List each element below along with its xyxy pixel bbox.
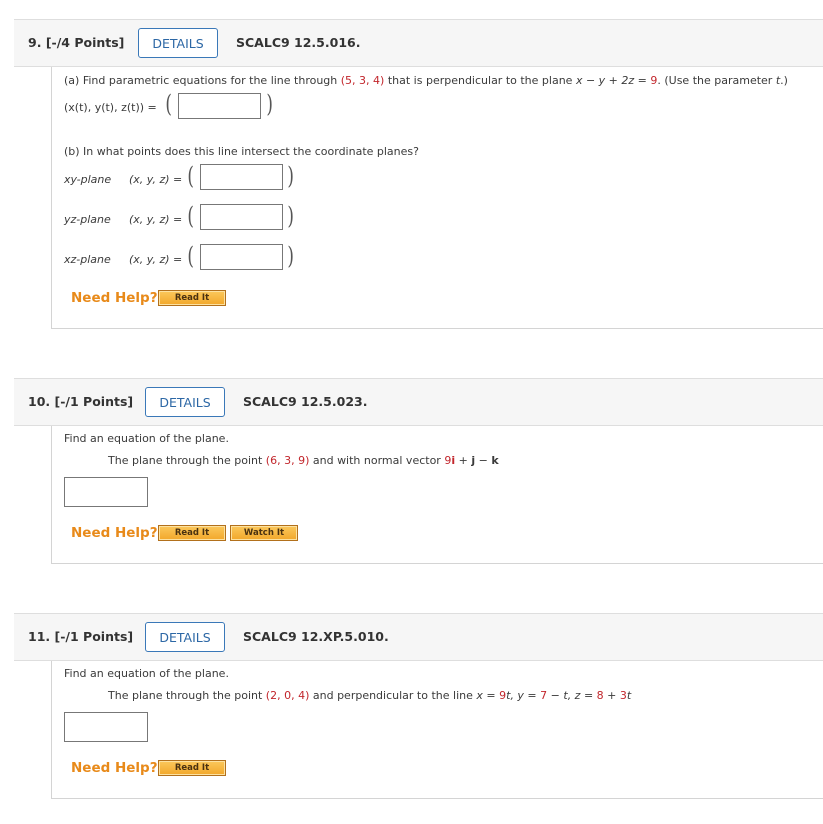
question-9-need-help: Need Help? xyxy=(71,290,158,306)
left-paren: ( xyxy=(165,90,172,118)
left-paren: ( xyxy=(187,242,194,270)
question-10-header: 10. [-/1 Points] DETAILS SCALC9 12.5.023… xyxy=(14,378,823,426)
question-9-header: 9. [-/4 Points] DETAILS SCALC9 12.5.016. xyxy=(14,19,823,67)
question-10-answer-input[interactable] xyxy=(64,477,148,507)
question-9-yz-plane-coord-label: (x, y, z) = xyxy=(129,213,183,226)
question-9-details-button[interactable]: DETAILS xyxy=(138,28,218,58)
question-10-points: 10. [-/1 Points] xyxy=(28,394,134,409)
question-9-yz-plane-label: yz-plane xyxy=(64,213,111,226)
question-9-xz-plane-label: xz-plane xyxy=(64,253,111,266)
question-10-need-help: Need Help? xyxy=(71,525,158,541)
question-11-read-it-button[interactable]: Read It xyxy=(158,760,226,776)
question-9-xz-plane-coord-label: (x, y, z) = xyxy=(129,253,183,266)
question-9-xy-plane-label: xy-plane xyxy=(64,173,112,186)
question-11-details-button[interactable]: DETAILS xyxy=(145,622,225,652)
question-9-xy-plane-answer-input[interactable] xyxy=(200,164,283,190)
left-paren: ( xyxy=(187,202,194,230)
question-10-read-it-button[interactable]: Read It xyxy=(158,525,226,541)
question-9-part-a-prompt: (a) Find parametric equations for the li… xyxy=(64,74,788,87)
question-9-xz-plane-answer-input[interactable] xyxy=(200,244,283,270)
question-9-part-a-label: (x(t), y(t), z(t)) = xyxy=(64,101,157,114)
question-11-need-help: Need Help? xyxy=(71,760,158,776)
right-paren: ) xyxy=(266,90,273,118)
question-10-watch-it-button[interactable]: Watch It xyxy=(230,525,298,541)
right-paren: ) xyxy=(287,202,294,230)
question-11-points: 11. [-/1 Points] xyxy=(28,629,134,644)
question-9-code: SCALC9 12.5.016. xyxy=(236,35,361,50)
question-11-instruction: Find an equation of the plane. xyxy=(64,667,229,680)
right-paren: ) xyxy=(287,242,294,270)
question-9-part-b-prompt: (b) In what points does this line inters… xyxy=(64,145,419,158)
question-11-code: SCALC9 12.XP.5.010. xyxy=(243,629,389,644)
question-11-answer-input[interactable] xyxy=(64,712,148,742)
question-9-yz-plane-answer-input[interactable] xyxy=(200,204,283,230)
question-10-instruction: Find an equation of the plane. xyxy=(64,432,229,445)
question-9-xy-plane-coord-label: (x, y, z) = xyxy=(129,173,183,186)
question-11-statement: The plane through the point (2, 0, 4) an… xyxy=(108,689,632,702)
question-9-read-it-button[interactable]: Read It xyxy=(158,290,226,306)
question-10-details-button[interactable]: DETAILS xyxy=(145,387,225,417)
right-paren: ) xyxy=(287,162,294,190)
question-10-statement: The plane through the point (6, 3, 9) an… xyxy=(108,454,499,467)
left-paren: ( xyxy=(187,162,194,190)
question-9-points: 9. [-/4 Points] xyxy=(28,35,125,50)
question-11-body xyxy=(51,661,823,799)
question-10-body xyxy=(51,426,823,564)
question-9-part-a-answer-input[interactable] xyxy=(178,93,261,119)
question-10-code: SCALC9 12.5.023. xyxy=(243,394,368,409)
question-11-header: 11. [-/1 Points] DETAILS SCALC9 12.XP.5.… xyxy=(14,613,823,661)
